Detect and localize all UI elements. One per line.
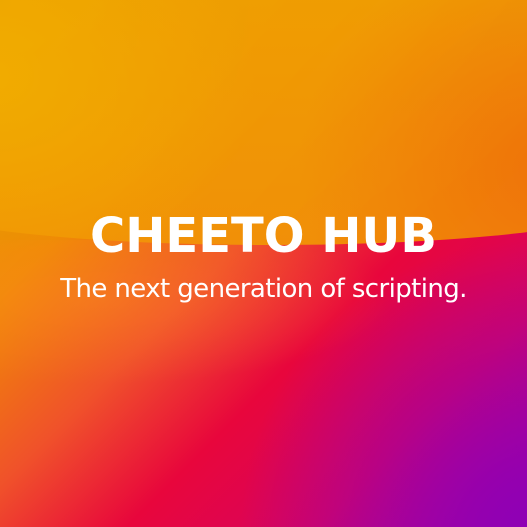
banner-background: CHEETO HUB The next generation of script… [0,0,527,527]
brand-title: CHEETO HUB [90,208,437,264]
brand-tagline: The next generation of scripting. [60,274,467,304]
